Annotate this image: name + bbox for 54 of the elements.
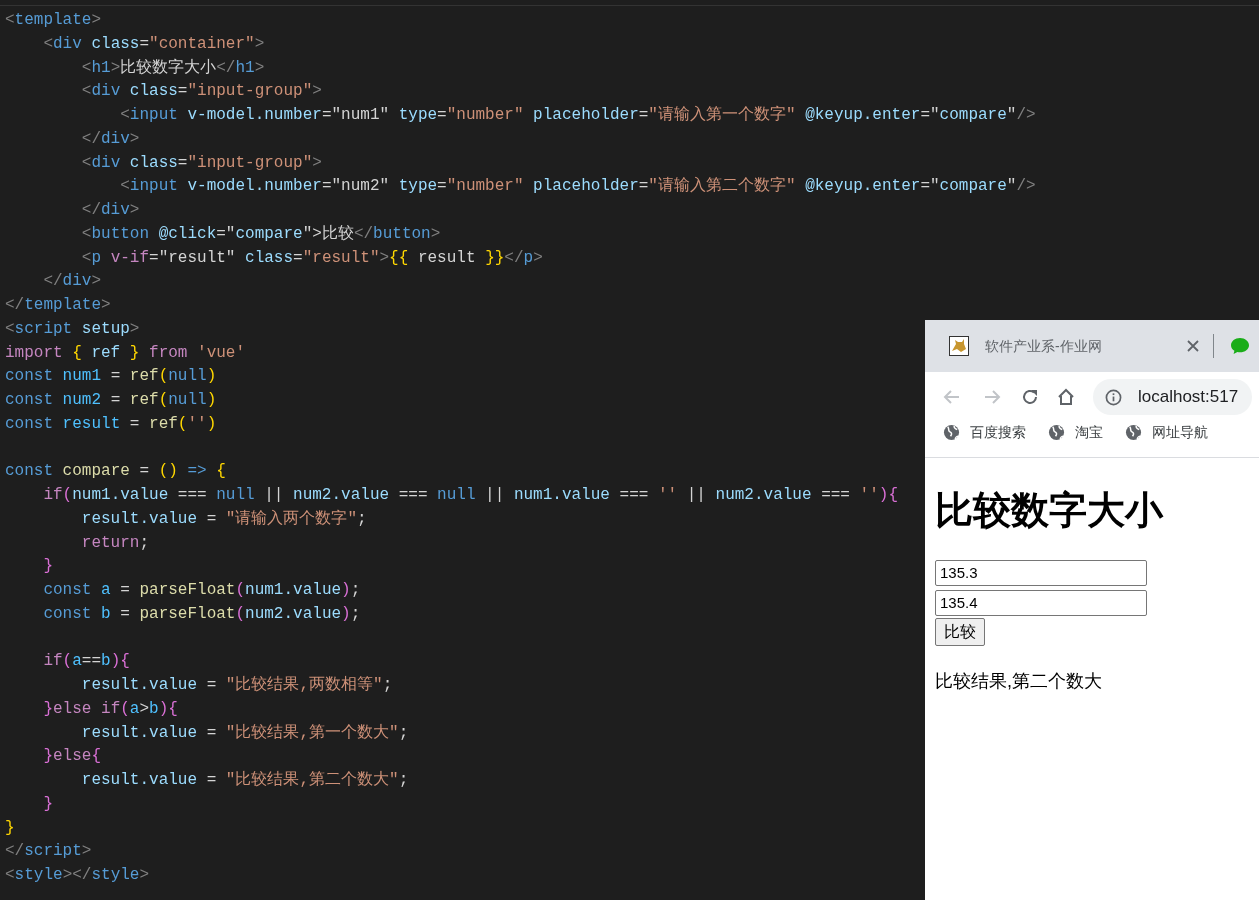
code-line: <h1>比较数字大小</h1> — [80, 57, 265, 79]
bookmark[interactable]: 网址导航 — [1125, 422, 1208, 443]
code-line: const result = ref('') — [5, 413, 217, 435]
code-line: </script> — [5, 841, 92, 863]
code-line: </div> — [80, 128, 140, 150]
code-line: <p v-if="result" class="result">{{ result }}</p> — [80, 247, 543, 269]
code-line: if(a==b){ — [42, 651, 130, 673]
code-line: </div> — [42, 271, 102, 293]
code-line: } — [42, 793, 53, 815]
tab-title: 软件产业系-作业网 — [985, 336, 1102, 356]
number-input[interactable]: 135.3 — [935, 559, 1147, 586]
number-input[interactable]: 135.4 — [935, 589, 1147, 616]
result-text: 比较结果,第二个数大 — [935, 669, 1103, 693]
bookmark[interactable]: 淘宝 — [1048, 422, 1103, 443]
code-line: </div> — [80, 200, 140, 221]
code-line: result.value = "比较结果,两数相等"; — [80, 675, 393, 696]
code-line: <div class="container"> — [42, 33, 265, 55]
cat-icon — [949, 336, 969, 356]
code-line: result.value = "比较结果,第二个数大"; — [80, 770, 409, 791]
code-line: const num2 = ref(null) — [5, 390, 217, 411]
code-line: import { ref } from 'vue' — [5, 342, 246, 364]
globe-icon — [1048, 424, 1065, 441]
code-line: <div class="input-group"> — [80, 152, 322, 174]
globe-icon — [1125, 424, 1142, 441]
code-line: const num1 = ref(null) — [5, 366, 217, 388]
close-icon[interactable] — [1187, 340, 1199, 352]
globe-icon — [943, 424, 960, 441]
bookmark[interactable]: 百度搜索 — [943, 422, 1026, 443]
code-line: </template> — [5, 295, 111, 316]
address-bar[interactable]: localhost:517 — [1093, 379, 1253, 415]
code-line: const b = parseFloat(num2.value); — [42, 603, 361, 625]
reload-icon[interactable] — [1021, 388, 1039, 406]
page-heading: 比较数字大小 — [935, 488, 1165, 533]
code-line: result.value = "请输入两个数字"; — [80, 508, 367, 530]
compare-button[interactable]: 比较 — [935, 617, 985, 646]
code-line: }else{ — [42, 746, 102, 768]
code-line: } — [42, 556, 53, 578]
code-line: <style></style> — [5, 865, 150, 886]
code-line: }else if(a>b){ — [42, 698, 178, 720]
code-line: if(num1.value === null || num2.value === null || num1.value === '' || num2.value === ''){ — [42, 485, 898, 506]
code-line: const a = parseFloat(num1.value); — [42, 580, 361, 601]
code-line: <button @click="compare">比较</button> — [80, 223, 441, 245]
code-line: <div class="input-group"> — [80, 81, 322, 103]
code-line: <script setup> — [5, 318, 140, 340]
code-line: <input v-model.number="num2" type="number" placeholder="请输入第二个数字" @keyup.enter="compare"/> — [119, 175, 1036, 198]
code-line: <input v-model.number="num1" type="number" placeholder="请输入第一个数字" @keyup.enter="compare"/> — [119, 104, 1036, 126]
code-line: return; — [80, 532, 150, 554]
code-line: const compare = () => { — [5, 461, 226, 483]
code-line: <template> — [5, 10, 102, 31]
home-icon[interactable] — [1057, 388, 1075, 406]
code-line: } — [5, 817, 15, 839]
code-line: result.value = "比较结果,第一个数大"; — [80, 722, 409, 744]
url-text: localhost:517 — [1138, 386, 1239, 409]
info-icon — [1105, 388, 1122, 406]
